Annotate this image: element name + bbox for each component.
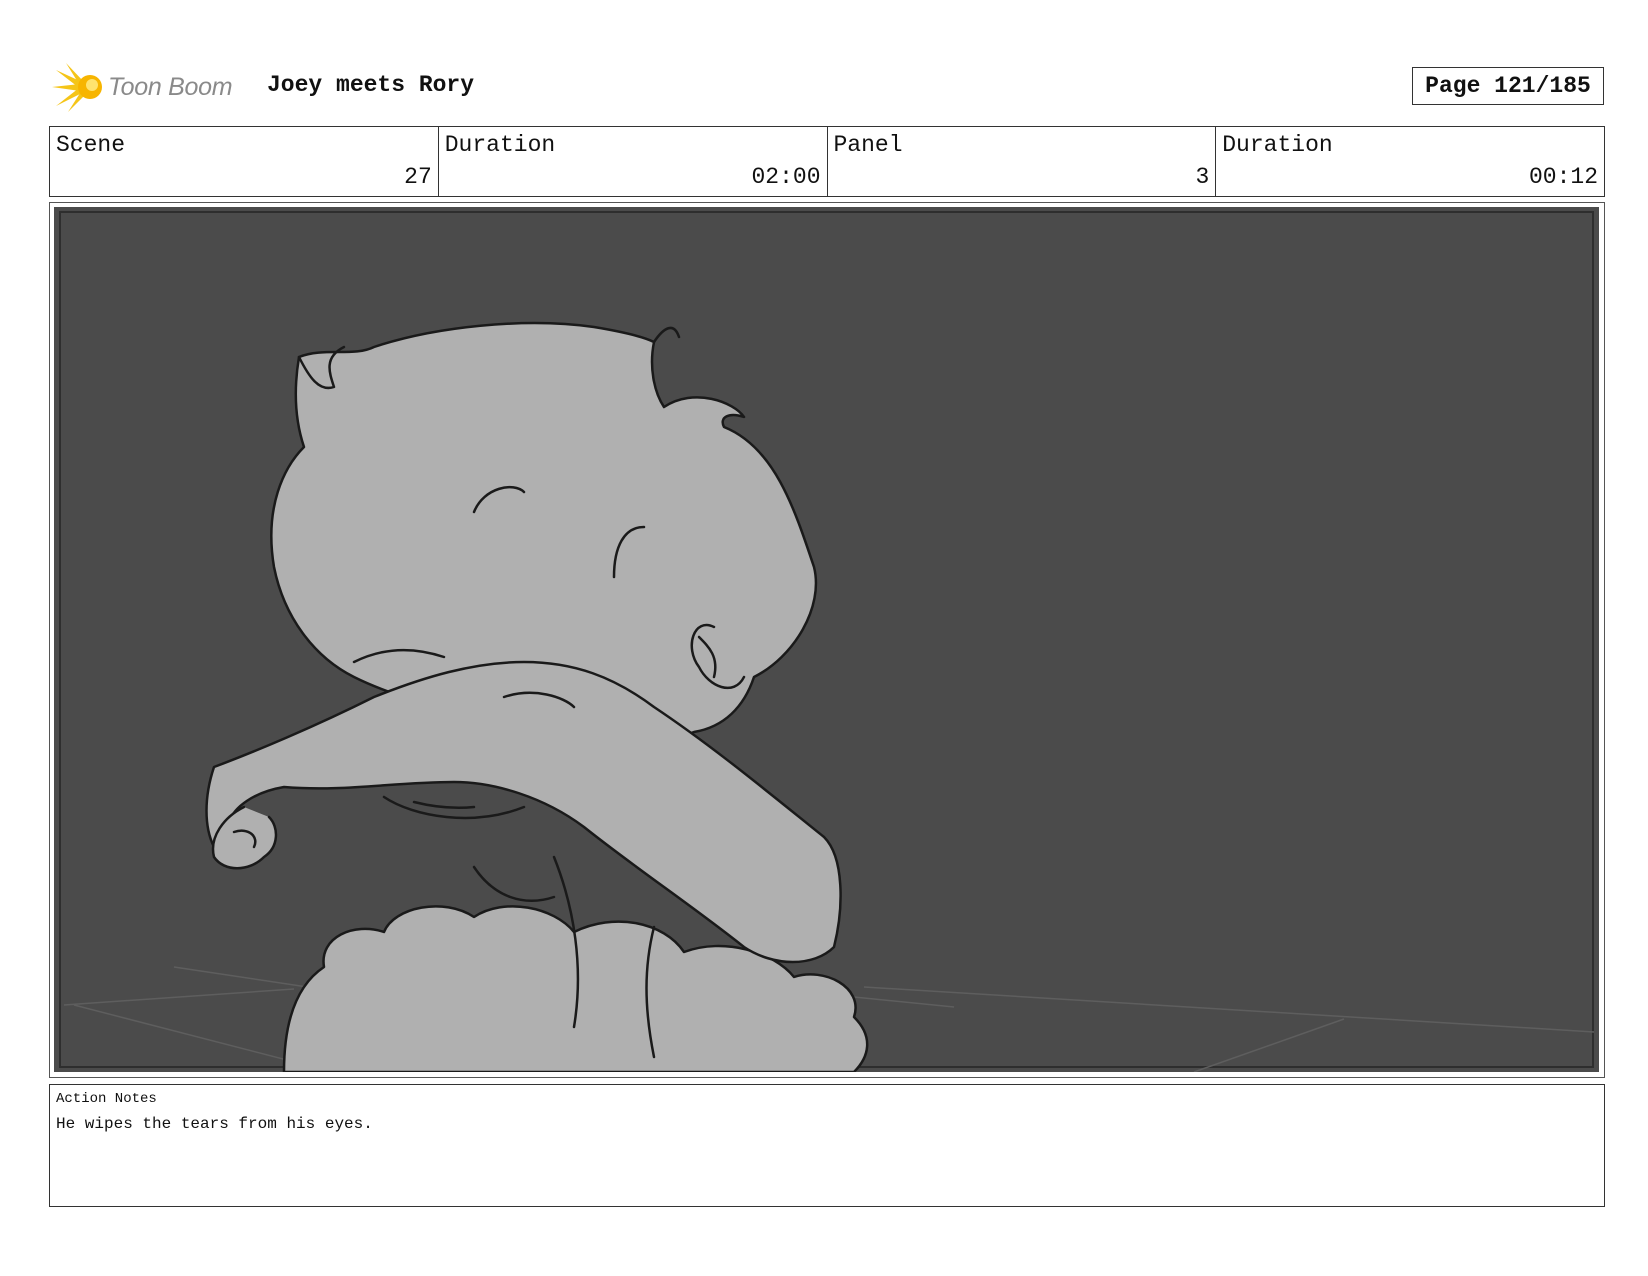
logo-text: Toon Boom [108, 72, 233, 101]
panel-duration-value: 00:12 [1528, 164, 1598, 190]
scene-info-row: Scene 27 Duration 02:00 Panel 3 Duration… [49, 126, 1605, 197]
action-notes-box: Action Notes He wipes the tears from his… [49, 1084, 1605, 1207]
page-number: Page 121/185 [1412, 67, 1604, 105]
scene-duration-cell: Duration 02:00 [439, 127, 828, 196]
scene-duration-value: 02:00 [751, 164, 821, 190]
scene-duration-label: Duration [444, 132, 556, 158]
panel-duration-label: Duration [1222, 132, 1333, 158]
scene-value: 27 [404, 164, 432, 190]
starburst-icon [52, 63, 102, 112]
panel-value: 3 [1195, 164, 1210, 190]
panel-duration-cell: Duration 00:12 [1216, 127, 1604, 196]
panel-cell: Panel 3 [828, 127, 1217, 196]
scene-label: Scene [56, 132, 126, 158]
scene-cell: Scene 27 [50, 127, 439, 196]
toon-boom-logo: Toon Boom [52, 60, 252, 114]
panel-drawing [54, 207, 1599, 1072]
action-notes-text: He wipes the tears from his eyes. [56, 1115, 373, 1133]
action-notes-label: Action Notes [56, 1091, 157, 1107]
document-title: Joey meets Rory [267, 72, 475, 98]
panel-label: Panel [833, 132, 903, 158]
storyboard-panel [49, 202, 1605, 1078]
